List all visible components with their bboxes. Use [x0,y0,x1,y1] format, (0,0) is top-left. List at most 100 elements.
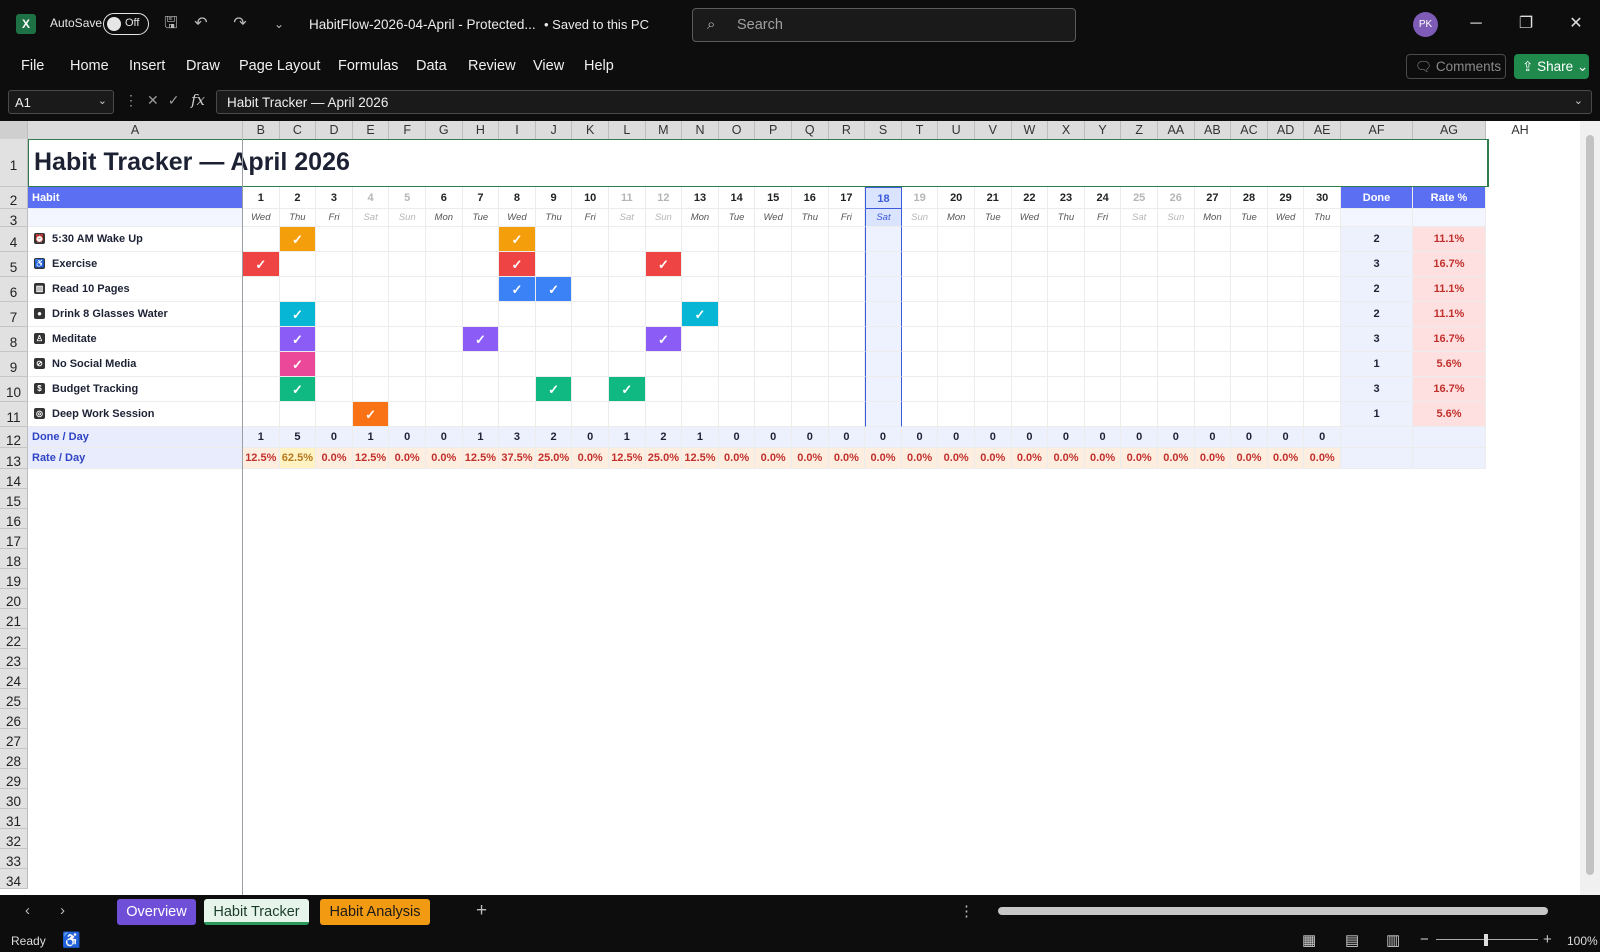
habit-day-cell[interactable] [718,252,756,277]
habit-day-cell[interactable] [901,302,939,327]
habit-day-cell[interactable] [755,302,792,327]
habit-day-cell[interactable] [938,302,975,327]
habit-day-cell[interactable] [1048,227,1085,252]
rate-per-day-value[interactable]: 37.5% [499,448,536,469]
day-header[interactable]: 24 [1084,187,1122,209]
habit-day-cell[interactable] [1158,402,1195,427]
menu-home[interactable]: Home [70,58,109,74]
habit-day-cell[interactable] [975,252,1012,277]
column-header-ag[interactable]: AG [1413,121,1486,139]
habit-name-cell[interactable]: ▥ Read 10 Pages [28,277,243,302]
habit-check-cell[interactable]: ✓ [279,352,317,377]
day-header[interactable]: 22 [1011,187,1049,209]
habit-day-cell[interactable] [1011,227,1049,252]
habit-day-cell[interactable] [1194,327,1232,352]
add-sheet-icon[interactable]: + [476,900,487,922]
habit-day-cell[interactable] [1304,402,1341,427]
normal-view-icon[interactable]: ▦ [1302,931,1316,949]
habit-day-cell[interactable] [755,252,792,277]
habit-day-cell[interactable] [316,327,353,352]
rate-per-day-value[interactable]: 0.0% [1231,448,1268,469]
habit-day-cell[interactable] [1048,377,1085,402]
row-header-13[interactable]: 13 [0,448,28,469]
rate-per-day-value[interactable]: 0.0% [389,448,426,469]
rate-per-day-value[interactable]: 0.0% [316,448,353,469]
habit-check-cell[interactable]: ✓ [499,227,536,252]
weekday-label[interactable]: Thu [1304,209,1341,227]
hscroll-thumb[interactable] [998,907,1548,915]
habit-rate[interactable]: 16.7% [1413,377,1486,402]
habit-day-cell[interactable] [609,302,646,327]
rate-per-day-value[interactable]: 0.0% [828,448,866,469]
done-subheader[interactable] [1341,209,1413,227]
habit-done-count[interactable]: 2 [1341,227,1413,252]
row-header-6[interactable]: 6 [0,277,28,302]
done-per-day-value[interactable]: 0 [718,427,756,448]
weekday-label[interactable]: Mon [938,209,975,227]
habit-done-count[interactable]: 2 [1341,302,1413,327]
habit-name-cell[interactable]: ⊘ No Social Media [28,352,243,377]
habit-day-cell[interactable] [755,352,792,377]
scroll-thumb[interactable] [1586,135,1594,875]
column-header-j[interactable]: J [535,121,573,139]
habit-day-cell[interactable] [865,277,902,302]
habit-done-count[interactable]: 3 [1341,252,1413,277]
habit-day-cell[interactable] [682,227,719,252]
habit-day-cell[interactable] [938,377,975,402]
habit-day-cell[interactable] [316,377,353,402]
minimize-icon[interactable]: ─ [1464,12,1488,36]
weekday-label[interactable]: Mon [1194,209,1232,227]
habit-day-cell[interactable] [1194,377,1232,402]
habit-day-cell[interactable] [645,277,683,302]
habit-day-cell[interactable] [609,327,646,352]
column-header-ab[interactable]: AB [1194,121,1232,139]
habit-day-cell[interactable] [865,302,902,327]
habit-day-cell[interactable] [1048,402,1085,427]
column-header-ad[interactable]: AD [1267,121,1305,139]
weekday-label[interactable]: Tue [975,209,1012,227]
habit-name-cell[interactable]: ● Drink 8 Glasses Water [28,302,243,327]
habit-day-cell[interactable] [316,252,353,277]
next-sheet-icon[interactable]: › [60,902,65,919]
rate-per-day-value[interactable]: 62.5% [279,448,317,469]
habit-day-cell[interactable] [279,277,317,302]
weekday-label[interactable]: Wed [499,209,536,227]
habit-day-cell[interactable] [1267,352,1305,377]
row-header-16[interactable]: 16 [0,509,28,529]
habit-day-cell[interactable] [389,402,426,427]
day-header[interactable]: 12 [645,187,683,209]
habit-check-cell[interactable]: ✓ [243,252,280,277]
habit-check-cell[interactable]: ✓ [279,302,317,327]
habit-day-cell[interactable] [975,377,1012,402]
habit-day-cell[interactable] [1121,352,1158,377]
habit-day-cell[interactable] [792,327,829,352]
habit-day-cell[interactable] [243,302,280,327]
rate-header[interactable]: Rate % [1413,187,1486,209]
habit-day-cell[interactable] [938,402,975,427]
day-header[interactable]: 21 [975,187,1012,209]
habit-day-cell[interactable] [718,327,756,352]
habit-day-cell[interactable] [1267,377,1305,402]
habit-check-cell[interactable]: ✓ [352,402,390,427]
habit-day-cell[interactable] [682,402,719,427]
done-per-day-value[interactable]: 0 [1011,427,1049,448]
habit-header[interactable]: Habit [28,187,243,209]
habit-day-cell[interactable] [243,377,280,402]
habit-name-cell[interactable]: ♿ Exercise [28,252,243,277]
habit-day-cell[interactable] [1084,352,1122,377]
habit-day-cell[interactable] [828,302,866,327]
habit-day-cell[interactable] [718,227,756,252]
habit-day-cell[interactable] [499,402,536,427]
avatar[interactable]: PK [1413,12,1438,37]
habit-day-cell[interactable] [389,302,426,327]
rate-per-day-value[interactable]: 25.0% [645,448,683,469]
habit-day-cell[interactable] [1231,327,1268,352]
day-header[interactable]: 9 [535,187,573,209]
habit-day-cell[interactable] [755,277,792,302]
habit-day-cell[interactable] [1158,252,1195,277]
habit-day-cell[interactable] [1158,352,1195,377]
habit-day-cell[interactable] [828,252,866,277]
habit-day-cell[interactable] [499,327,536,352]
habit-day-cell[interactable] [865,252,902,277]
habit-day-cell[interactable] [1084,227,1122,252]
